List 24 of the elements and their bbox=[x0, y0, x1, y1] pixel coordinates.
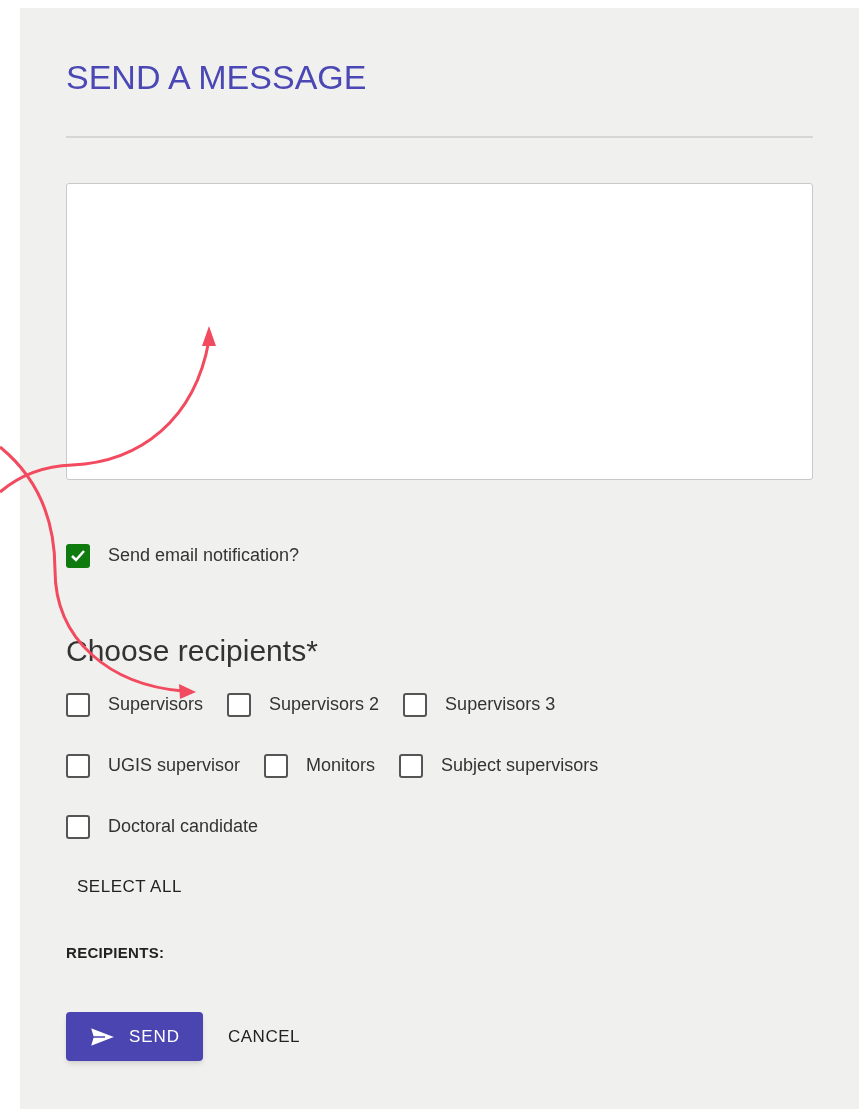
checkbox[interactable] bbox=[403, 692, 428, 717]
send-icon bbox=[88, 1025, 117, 1048]
checkbox[interactable] bbox=[399, 753, 424, 778]
checkbox-label[interactable]: Monitors bbox=[306, 752, 376, 779]
checkbox[interactable] bbox=[66, 814, 90, 839]
cancel-button[interactable]: CANCEL bbox=[215, 1012, 313, 1061]
checkbox-label[interactable]: Supervisors bbox=[108, 691, 204, 718]
checkbox-label[interactable]: Send email notification? bbox=[108, 542, 300, 569]
dialog-title: SEND A MESSAGE bbox=[66, 57, 367, 98]
select-all-button[interactable]: SELECT ALL bbox=[70, 870, 189, 904]
checkbox-label[interactable]: UGIS supervisor bbox=[108, 752, 241, 779]
checkbox-label[interactable]: Doctoral candidate bbox=[108, 813, 259, 840]
checkbox-label[interactable]: Subject supervisors bbox=[441, 752, 599, 779]
checkbox[interactable] bbox=[264, 753, 289, 778]
checkbox-label[interactable]: Supervisors 2 bbox=[269, 691, 380, 718]
message-field[interactable] bbox=[66, 183, 813, 480]
checkbox[interactable] bbox=[66, 543, 90, 568]
checkbox[interactable] bbox=[227, 692, 252, 717]
send-button[interactable]: SEND bbox=[66, 1012, 203, 1061]
checkbox[interactable] bbox=[66, 753, 90, 778]
checkbox[interactable] bbox=[66, 692, 90, 717]
recipients-label: RECIPIENTS: bbox=[66, 942, 165, 963]
checkbox-label[interactable]: Supervisors 3 bbox=[445, 691, 556, 718]
check-icon bbox=[70, 548, 86, 563]
